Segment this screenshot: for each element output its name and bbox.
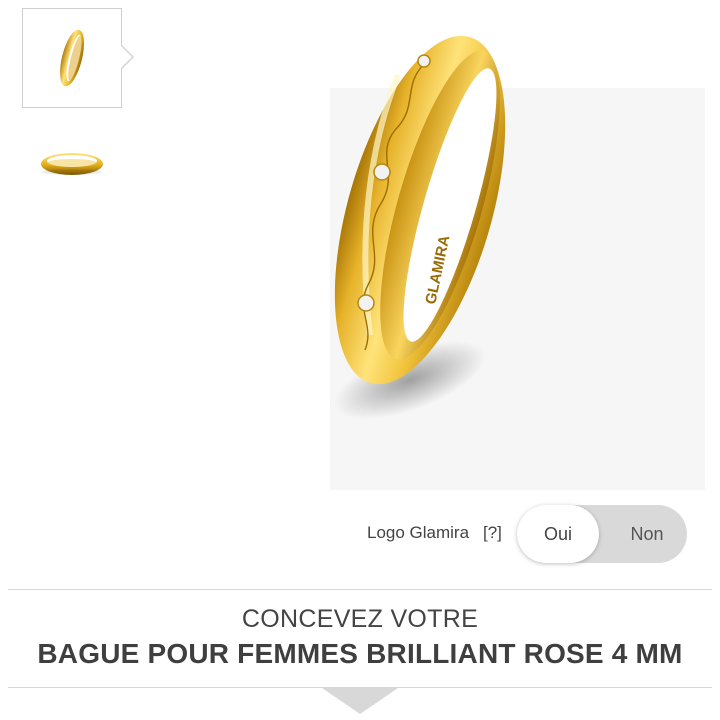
main-product-image[interactable]: GLAMIRA xyxy=(300,5,720,495)
product-title: BAGUE POUR FEMMES BRILLIANT ROSE 4 MM xyxy=(37,638,683,669)
thumbnail-selected-indicator xyxy=(120,44,134,70)
section-divider-top xyxy=(8,589,712,590)
logo-toggle[interactable]: Oui Non xyxy=(517,505,687,563)
logo-toggle-non[interactable]: Non xyxy=(607,505,687,563)
thumbnail-ring-side[interactable] xyxy=(22,112,122,212)
page-subtitle: CONCEVEZ VOTRE xyxy=(241,605,479,633)
ring-side-thumbnail-image xyxy=(41,153,103,175)
ring-front-thumbnail-image xyxy=(60,29,84,87)
logo-toggle-oui[interactable]: Oui xyxy=(517,505,599,563)
logo-option-row: Logo Glamira [?] Oui Non xyxy=(0,505,720,563)
logo-help-link[interactable]: [?] xyxy=(483,523,502,543)
logo-option-label: Logo Glamira xyxy=(367,523,470,542)
thumbnail-ring-front[interactable] xyxy=(22,8,122,108)
expand-arrow-icon[interactable] xyxy=(322,688,398,714)
